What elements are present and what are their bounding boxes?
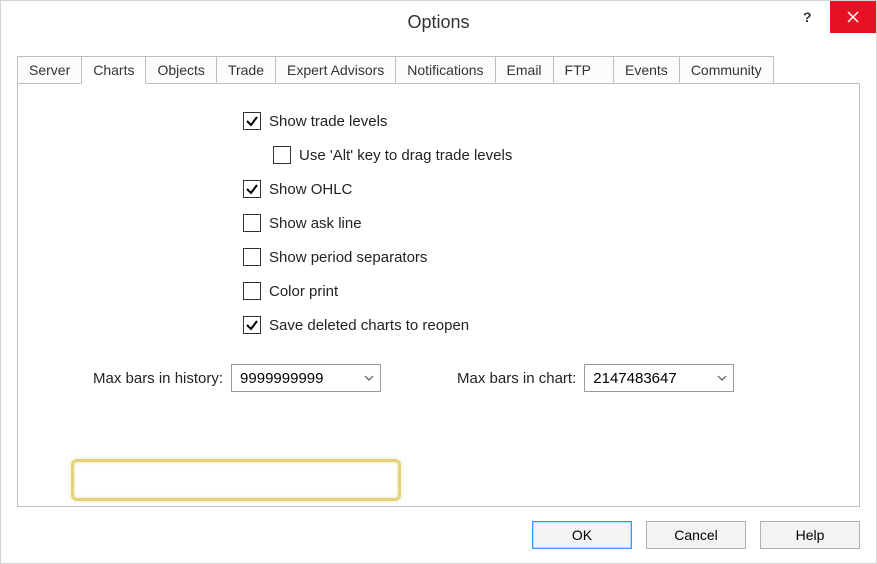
option-show-ohlc: Show OHLC (243, 180, 839, 198)
tab-expert-advisors[interactable]: Expert Advisors (275, 56, 396, 83)
bars-row: Max bars in history: 9999999999 Max bars… (93, 364, 839, 392)
tab-trade[interactable]: Trade (216, 56, 276, 83)
option-show-trade-levels: Show trade levels (243, 112, 839, 130)
help-icon[interactable]: ? (784, 1, 830, 33)
option-save-deleted-charts: Save deleted charts to reopen (243, 316, 839, 334)
label-max-bars-history: Max bars in history: (93, 370, 223, 387)
option-use-alt-drag: Use 'Alt' key to drag trade levels (273, 146, 839, 164)
chevron-down-icon (364, 373, 374, 384)
options-dialog: Options ? Server Charts Objects Trade Ex… (0, 0, 877, 564)
checkbox-show-period-separators[interactable] (243, 248, 261, 266)
option-color-print: Color print (243, 282, 839, 300)
label-show-period-separators: Show period separators (269, 249, 427, 266)
tab-email[interactable]: Email (495, 56, 554, 83)
dialog-content: Server Charts Objects Trade Expert Advis… (1, 43, 876, 563)
titlebar: Options ? (1, 1, 876, 43)
combo-max-bars-history[interactable]: 9999999999 (231, 364, 381, 392)
option-show-period-separators: Show period separators (243, 248, 839, 266)
tab-panel-charts: Show trade levels Use 'Alt' key to drag … (17, 83, 860, 507)
combo-max-bars-chart[interactable]: 2147483647 (584, 364, 734, 392)
tab-events[interactable]: Events (613, 56, 680, 83)
tab-ftp[interactable]: FTP (553, 56, 614, 83)
label-color-print: Color print (269, 283, 338, 300)
svg-text:?: ? (803, 10, 812, 24)
combo-max-bars-chart-value: 2147483647 (593, 370, 676, 387)
window-title: Options (407, 12, 469, 33)
tab-community[interactable]: Community (679, 56, 774, 83)
checkbox-use-alt-drag[interactable] (273, 146, 291, 164)
tab-charts[interactable]: Charts (81, 56, 146, 84)
chevron-down-icon (717, 373, 727, 384)
tab-server[interactable]: Server (17, 56, 82, 83)
checkbox-color-print[interactable] (243, 282, 261, 300)
tab-objects[interactable]: Objects (145, 56, 216, 83)
option-show-ask-line: Show ask line (243, 214, 839, 232)
dialog-buttons: OK Cancel Help (17, 507, 860, 549)
ok-button[interactable]: OK (532, 521, 632, 549)
checkbox-save-deleted-charts[interactable] (243, 316, 261, 334)
close-icon[interactable] (830, 1, 876, 33)
titlebar-controls: ? (784, 1, 876, 33)
tab-notifications[interactable]: Notifications (395, 56, 495, 83)
cancel-button[interactable]: Cancel (646, 521, 746, 549)
checkbox-show-trade-levels[interactable] (243, 112, 261, 130)
checkbox-show-ask-line[interactable] (243, 214, 261, 232)
chart-options-group: Show trade levels Use 'Alt' key to drag … (243, 112, 839, 334)
highlight-annotation (71, 459, 401, 501)
label-use-alt-drag: Use 'Alt' key to drag trade levels (299, 147, 512, 164)
help-button[interactable]: Help (760, 521, 860, 549)
tabstrip: Server Charts Objects Trade Expert Advis… (17, 55, 860, 83)
label-save-deleted-charts: Save deleted charts to reopen (269, 317, 469, 334)
label-show-ask-line: Show ask line (269, 215, 362, 232)
combo-max-bars-history-value: 9999999999 (240, 370, 323, 387)
label-max-bars-chart: Max bars in chart: (457, 370, 576, 387)
checkbox-show-ohlc[interactable] (243, 180, 261, 198)
label-show-trade-levels: Show trade levels (269, 113, 387, 130)
label-show-ohlc: Show OHLC (269, 181, 352, 198)
